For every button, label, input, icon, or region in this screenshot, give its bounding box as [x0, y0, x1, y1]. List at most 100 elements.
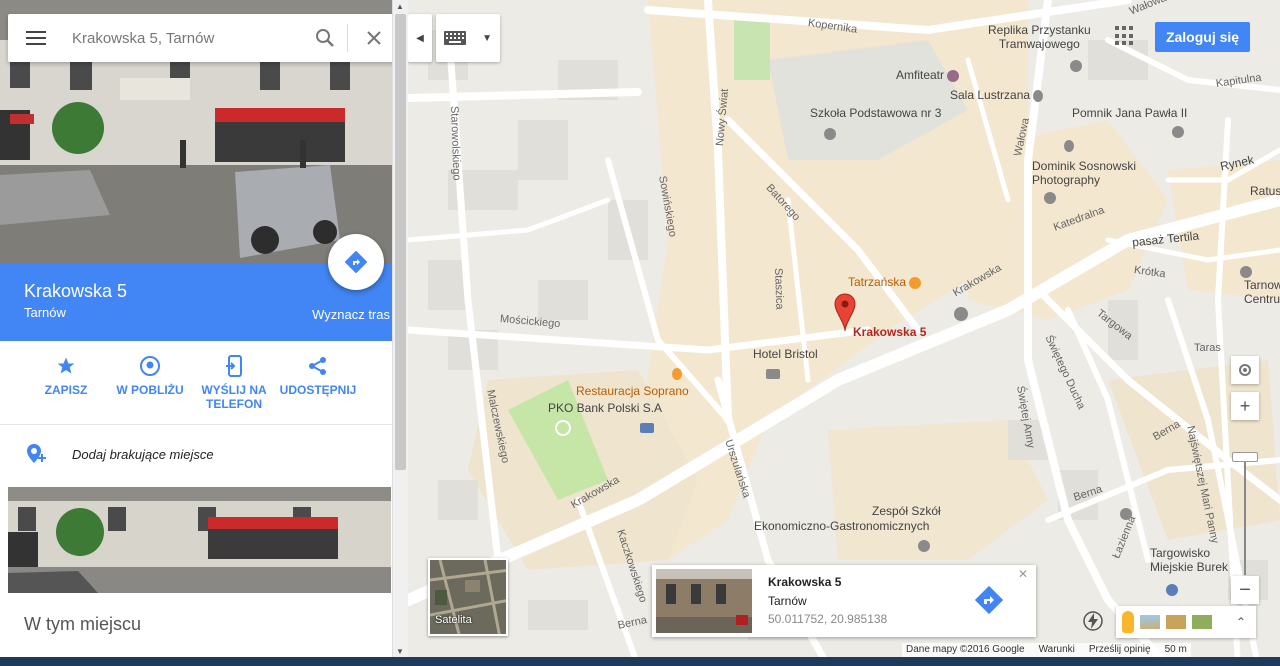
poi-tarnows[interactable]: Tarnows Centrum	[1244, 278, 1280, 306]
add-place-icon	[0, 442, 72, 466]
scale-label[interactable]: 50 m	[1165, 644, 1187, 656]
place-info-card[interactable]: Krakowska 5 Tarnów 50.011752, 20.985138 …	[652, 565, 1036, 637]
museum-icon	[1120, 506, 1132, 520]
add-missing-place[interactable]: Dodaj brakujące miejsce	[0, 426, 392, 482]
poi-label: Hotel Bristol	[753, 347, 818, 361]
poi-hotel-bristol[interactable]: Hotel Bristol	[753, 347, 818, 361]
sign-in-button[interactable]: Zaloguj się	[1155, 22, 1250, 52]
photo-icon	[1044, 190, 1056, 204]
map-canvas[interactable]: Kopernika Wałowa Wałowa Kapitulna Starow…	[408, 0, 1280, 666]
my-location-icon	[1239, 364, 1251, 376]
imagery-thumb[interactable]	[1166, 615, 1186, 629]
poi-label: Tatrzańska	[848, 275, 907, 289]
save-label: ZAPISZ	[44, 383, 88, 397]
street-label: Staszica	[772, 267, 786, 310]
send-to-phone-button[interactable]: WYŚLIJ NA TELEFON	[192, 341, 276, 424]
zoom-slider-thumb[interactable]	[1232, 452, 1258, 462]
bank-icon	[640, 420, 654, 434]
keyboard-icon	[444, 31, 467, 45]
poi-zespol-szkol-2: Ekonomiczno-Gastronomicznych	[754, 519, 929, 533]
street-view-thumbnail[interactable]	[656, 569, 752, 633]
chevron-down-icon: ▼	[482, 32, 492, 44]
section-heading: W tym miejscu	[24, 614, 141, 634]
poi-label: Sala Lustrzana	[950, 88, 1031, 102]
poi-tatrzanska[interactable]: Tatrzańska	[848, 275, 922, 289]
place-title: Krakowska 5	[24, 281, 128, 301]
share-icon	[276, 353, 360, 379]
school-icon	[824, 126, 836, 140]
menu-icon[interactable]	[8, 14, 64, 62]
poi-pomnik[interactable]: Pomnik Jana Pawła II	[1072, 106, 1187, 120]
expand-up-icon[interactable]: ⌃	[1236, 615, 1246, 629]
poi-dominik[interactable]: Dominik Sosnowski Photography	[1032, 159, 1136, 187]
share-button[interactable]: UDOSTĘPNIJ	[276, 341, 360, 424]
zoom-out-button[interactable]: −	[1231, 576, 1259, 604]
directions-label[interactable]: Wyznacz tras	[312, 307, 390, 322]
poi-label: Tramwajowego	[998, 37, 1080, 51]
poi-restauracja[interactable]: Restauracja Soprano	[576, 384, 689, 398]
poi-label: Amfiteatr	[896, 68, 945, 82]
scroll-up-icon[interactable]: ▲	[396, 2, 404, 11]
satellite-toggle[interactable]: Satelita	[428, 558, 508, 636]
card-title: Krakowska 5	[768, 575, 842, 589]
apps-grid-icon[interactable]	[1115, 26, 1135, 46]
lite-mode-lightning-icon[interactable]	[1082, 610, 1104, 632]
directions-icon[interactable]	[974, 585, 1004, 620]
poi-label: Szkoła Podstawowa nr 3	[810, 106, 942, 120]
poi-szkola[interactable]: Szkoła Podstawowa nr 3	[810, 106, 941, 120]
poi-label: Ekonomiczno-Gastronomicznych	[754, 519, 930, 533]
street-view-panel[interactable]: ⌃	[1116, 606, 1256, 638]
poi-label: Dominik Sosnowski	[1032, 159, 1137, 173]
street-label: Taras	[1194, 342, 1221, 354]
cafe-icon	[909, 276, 922, 289]
place-panel: Krakowska 5, Tarnów Krakowska 5 Tarnów W…	[0, 0, 392, 666]
input-tools-button[interactable]: ▼	[436, 14, 500, 62]
close-icon[interactable]	[348, 14, 392, 62]
add-place-label: Dodaj brakujące miejsce	[72, 446, 214, 462]
save-button[interactable]: ZAPISZ	[24, 341, 108, 424]
poi-label: Photography	[1032, 173, 1101, 187]
star-icon	[24, 353, 108, 379]
poi-ratusz[interactable]: Ratusz	[1250, 184, 1280, 198]
send-to-phone-label: WYŚLIJ NA TELEFON	[201, 383, 267, 411]
panel-scrollbar[interactable]: ▲ ▼	[392, 0, 408, 666]
school-icon	[918, 538, 930, 552]
action-bar: ZAPISZ W POBLIŻU WYŚLIJ NA TELEFON UDOST…	[0, 341, 392, 425]
poi-pko[interactable]: PKO Bank Polski S.A	[548, 401, 662, 415]
imagery-thumb[interactable]	[1140, 615, 1160, 629]
scroll-thumb[interactable]	[395, 14, 406, 470]
share-label: UDOSTĘPNIJ	[279, 383, 357, 397]
poi-sala-lustrzana[interactable]: Sala Lustrzana	[950, 88, 1044, 102]
poi-label: Restauracja Soprano	[576, 384, 689, 398]
poi-label: Ratusz	[1250, 184, 1280, 198]
zoom-in-button[interactable]: +	[1231, 392, 1259, 420]
map-footer: Dane mapy ©2016 Google Warunki Prześlij …	[902, 643, 1191, 657]
search-input[interactable]: Krakowska 5, Tarnów	[64, 30, 303, 47]
poi-label: Pomnik Jana Pawła II	[1072, 106, 1188, 120]
search-icon[interactable]	[303, 14, 347, 62]
feedback-link[interactable]: Prześlij opinię	[1089, 644, 1151, 656]
zoom-slider-track[interactable]	[1244, 457, 1246, 575]
collapse-panel-button[interactable]: ◀	[408, 14, 432, 62]
scroll-down-icon[interactable]: ▼	[396, 647, 404, 656]
hotel-icon	[766, 366, 780, 380]
terms-link[interactable]: Warunki	[1039, 644, 1075, 656]
directions-button[interactable]	[328, 234, 384, 290]
pegman-icon[interactable]	[1122, 611, 1134, 633]
search-box: Krakowska 5, Tarnów	[8, 14, 392, 62]
poi-replika[interactable]: Replika Przystanku Tramwajowego	[988, 23, 1091, 51]
imagery-thumb[interactable]	[1192, 615, 1212, 629]
card-subtitle: Tarnów	[768, 594, 807, 608]
poi-targowisko[interactable]: Targowisko Miejskie Burek	[1150, 546, 1228, 574]
poi-zespol-szkol[interactable]: Zespół Szkół	[872, 504, 941, 518]
close-icon[interactable]: ✕	[1018, 567, 1028, 581]
theater-icon	[947, 69, 960, 82]
camera-icon	[1172, 124, 1184, 138]
nearby-button[interactable]: W POBLIŻU	[108, 341, 192, 424]
poi-amfiteatr[interactable]: Amfiteatr	[896, 68, 960, 82]
photo-thumbnail[interactable]	[8, 487, 391, 593]
my-location-button[interactable]	[1231, 356, 1259, 384]
map-data-attribution: Dane mapy ©2016 Google	[906, 644, 1025, 655]
nearby-pin-icon	[108, 353, 192, 379]
poi-label: Zespół Szkół	[872, 504, 941, 518]
